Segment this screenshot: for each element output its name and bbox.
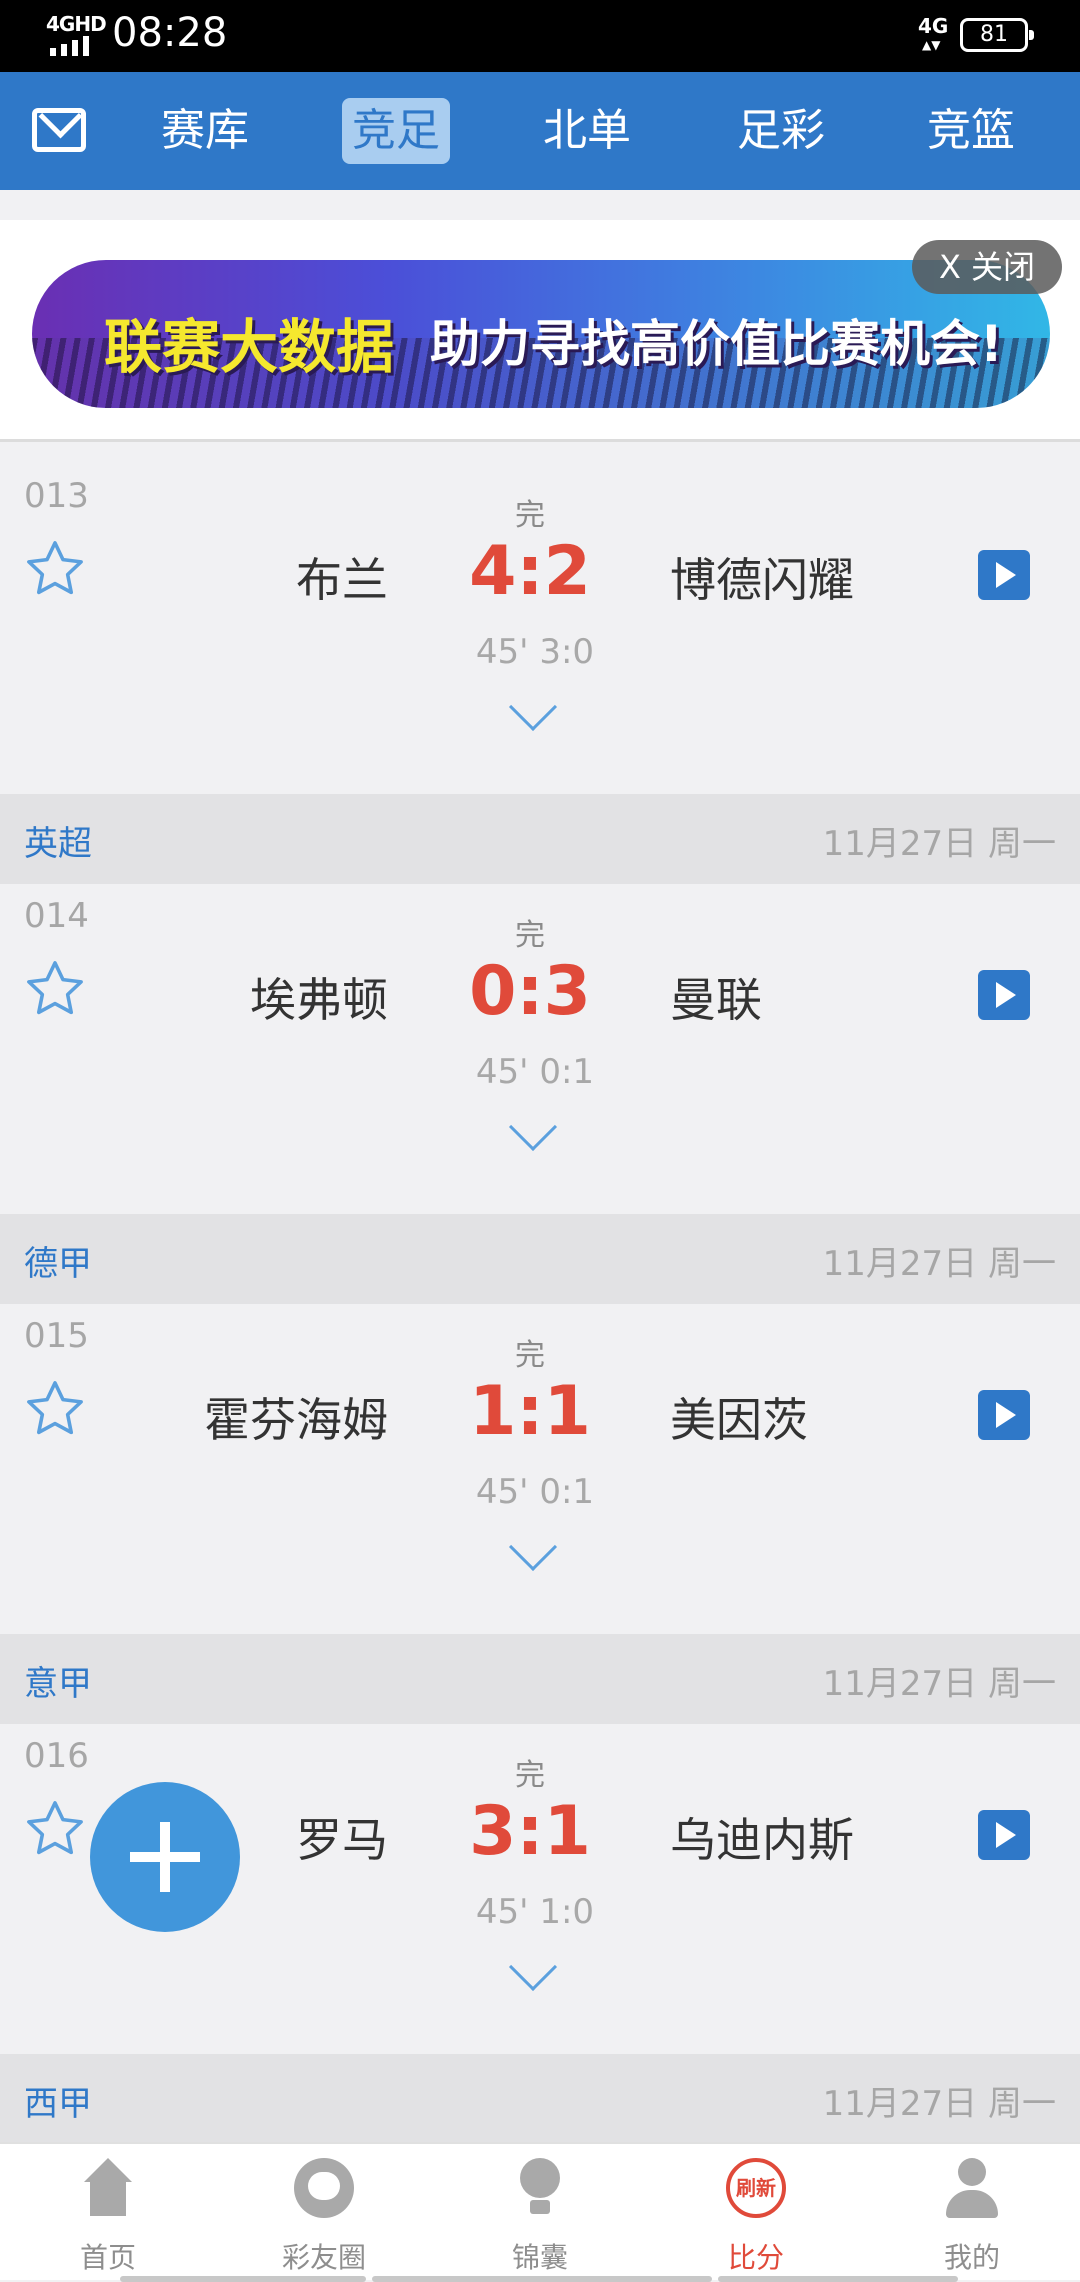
match-row[interactable]: 015 完 霍芬海姆 1:1 美因茨 45' 0:1 [0,1304,1080,1634]
match-row[interactable]: 013 完 布兰 4:2 博德闪耀 45' 3:0 [0,464,1080,794]
tab-jingzu[interactable]: 竞足 [342,98,450,164]
away-team: 美因茨 [670,1393,808,1447]
battery-icon: 81 [960,18,1034,52]
refresh-icon: 刷新 [726,2158,786,2218]
status-bar: 4GHD 08:28 4G ▲▼ 81 [0,0,1080,72]
banner-headline: 联赛大数据 [104,313,395,381]
tab-beidan[interactable]: 北单 [532,98,642,164]
user-icon [942,2158,1002,2218]
home-indicator [120,2276,366,2282]
chevron-down-icon[interactable] [508,1102,558,1152]
halftime-score: 45' 0:1 [475,1052,595,1092]
chevron-down-icon[interactable] [508,1942,558,1992]
nav-label: 锦囊 [511,2241,568,2274]
mail-icon[interactable] [32,108,86,152]
league-header: 意甲 11月27日 周一 [0,1634,1080,1724]
home-icon [78,2158,138,2218]
score: 1:1 [469,1372,591,1451]
clock: 08:28 [112,10,228,56]
nav-label: 彩友圈 [281,2241,366,2274]
nav-tips[interactable]: 锦囊 [432,2144,648,2282]
tab-zucai[interactable]: 足彩 [726,98,836,164]
home-indicator [372,2276,712,2282]
away-team: 乌迪内斯 [670,1813,854,1867]
league-header: 西甲 11月27日 周一 [0,2054,1080,2142]
match-status: 完 [515,498,545,533]
tab-saiku[interactable]: 赛库 [150,98,260,164]
score: 4:2 [469,532,591,611]
bottom-navigation: 首页 彩友圈 锦囊 刷新 比分 我的 [0,2142,1080,2282]
tab-jinglan[interactable]: 竞篮 [916,98,1026,164]
league-name: 德甲 [24,1244,92,1284]
away-team: 曼联 [670,973,762,1027]
signal-icon [50,36,89,56]
nav-scores[interactable]: 刷新 比分 [648,2144,864,2282]
network-indicator-secondary: 4G [918,14,949,38]
league-name: 英超 [24,824,92,864]
chat-icon [294,2158,354,2218]
play-icon[interactable] [978,1390,1030,1440]
top-navigation: 赛库 竞足 北单 足彩 竞篮 [0,72,1080,190]
halftime-score: 45' 0:1 [475,1472,595,1512]
league-header: 德甲 11月27日 周一 [0,1214,1080,1304]
lightbulb-icon [510,2158,570,2218]
league-date: 11月27日 周一 [822,1664,1056,1704]
nav-label: 比分 [727,2241,784,2274]
match-row[interactable]: 014 完 埃弗顿 0:3 曼联 45' 0:1 [0,884,1080,1214]
play-icon[interactable] [978,550,1030,600]
away-team: 博德闪耀 [670,553,854,607]
halftime-score: 45' 3:0 [475,632,595,672]
home-indicator [718,2276,958,2282]
match-status: 完 [515,918,545,953]
add-button[interactable] [90,1782,240,1932]
data-activity-icon: ▲▼ [922,38,941,52]
score: 0:3 [469,952,591,1031]
play-icon[interactable] [978,1810,1030,1860]
nav-community[interactable]: 彩友圈 [216,2144,432,2282]
league-name: 意甲 [24,1664,92,1704]
nav-label: 我的 [943,2241,1000,2274]
league-header: 英超 11月27日 周一 [0,794,1080,884]
league-name: 西甲 [24,2084,92,2124]
chevron-down-icon[interactable] [508,1522,558,1572]
nav-profile[interactable]: 我的 [864,2144,1080,2282]
league-date: 11月27日 周一 [822,824,1056,864]
nav-home[interactable]: 首页 [0,2144,216,2282]
league-date: 11月27日 周一 [822,2084,1056,2124]
match-status: 完 [515,1338,545,1373]
ad-banner-area: 联赛大数据 助力寻找高价值比赛机会! X 关闭 [0,220,1080,442]
banner-subline: 助力寻找高价值比赛机会! [430,315,1003,373]
close-banner-button[interactable]: X 关闭 [912,240,1062,294]
nav-label: 首页 [79,2241,136,2274]
ad-banner[interactable]: 联赛大数据 助力寻找高价值比赛机会! [32,260,1050,408]
league-date: 11月27日 周一 [822,1244,1056,1284]
network-indicator: 4GHD [46,12,107,36]
chevron-down-icon[interactable] [508,682,558,732]
play-icon[interactable] [978,970,1030,1020]
